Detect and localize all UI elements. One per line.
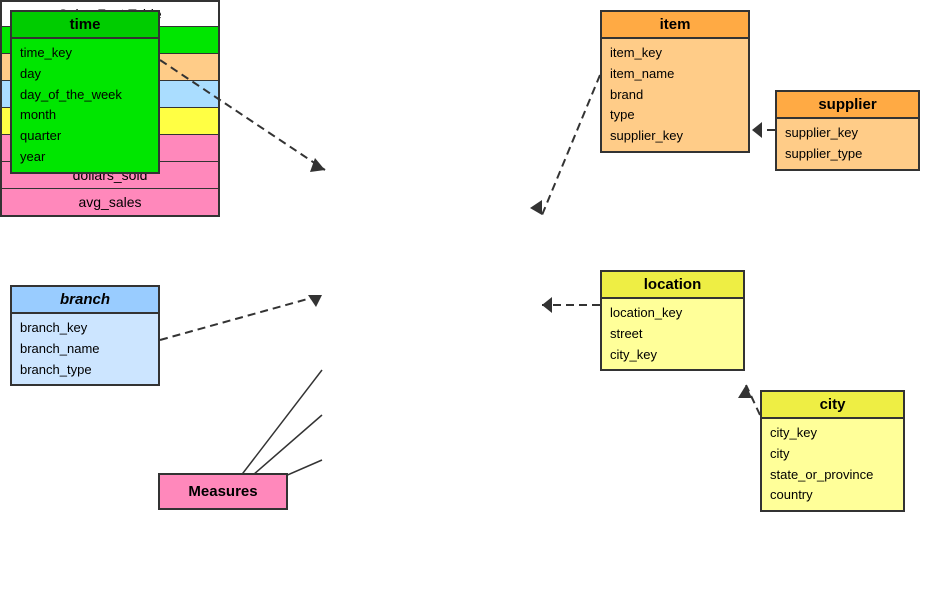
item-field-2: item_name bbox=[610, 64, 740, 85]
location-field-3: city_key bbox=[610, 345, 735, 366]
location-table: location location_key street city_key bbox=[600, 270, 745, 371]
supplier-table-fields: supplier_key supplier_type bbox=[777, 119, 918, 169]
city-table: city city_key city state_or_province cou… bbox=[760, 390, 905, 512]
supplier-table-title: supplier bbox=[777, 92, 918, 119]
time-table-fields: time_key day day_of_the_week month quart… bbox=[12, 39, 158, 172]
measures-box: Measures bbox=[158, 473, 288, 510]
time-field-6: year bbox=[20, 147, 150, 168]
diagram-container: time time_key day day_of_the_week month … bbox=[0, 0, 942, 589]
item-field-4: type bbox=[610, 105, 740, 126]
item-field-1: item_key bbox=[610, 43, 740, 64]
item-field-5: supplier_key bbox=[610, 126, 740, 147]
city-field-1: city_key bbox=[770, 423, 895, 444]
location-table-fields: location_key street city_key bbox=[602, 299, 743, 369]
time-field-4: month bbox=[20, 105, 150, 126]
time-field-2: day bbox=[20, 64, 150, 85]
time-table-title: time bbox=[12, 12, 158, 39]
city-field-4: country bbox=[770, 485, 895, 506]
item-field-3: brand bbox=[610, 85, 740, 106]
fact-row-avg-sales: avg_sales bbox=[2, 188, 218, 215]
supplier-field-1: supplier_key bbox=[785, 123, 910, 144]
branch-table-fields: branch_key branch_name branch_type bbox=[12, 314, 158, 384]
location-field-2: street bbox=[610, 324, 735, 345]
measures-label: Measures bbox=[188, 483, 257, 500]
time-field-3: day_of_the_week bbox=[20, 85, 150, 106]
branch-field-3: branch_type bbox=[20, 360, 150, 381]
city-field-2: city bbox=[770, 444, 895, 465]
location-table-title: location bbox=[602, 272, 743, 299]
time-field-5: quarter bbox=[20, 126, 150, 147]
item-table-title: item bbox=[602, 12, 748, 39]
city-field-3: state_or_province bbox=[770, 465, 895, 486]
branch-field-1: branch_key bbox=[20, 318, 150, 339]
supplier-table: supplier supplier_key supplier_type bbox=[775, 90, 920, 171]
city-table-fields: city_key city state_or_province country bbox=[762, 419, 903, 510]
item-table-fields: item_key item_name brand type supplier_k… bbox=[602, 39, 748, 151]
time-table: time time_key day day_of_the_week month … bbox=[10, 10, 160, 174]
branch-table: branch branch_key branch_name branch_typ… bbox=[10, 285, 160, 386]
city-table-title: city bbox=[762, 392, 903, 419]
supplier-field-2: supplier_type bbox=[785, 144, 910, 165]
item-table: item item_key item_name brand type suppl… bbox=[600, 10, 750, 153]
time-field-1: time_key bbox=[20, 43, 150, 64]
branch-table-title: branch bbox=[12, 287, 158, 314]
branch-field-2: branch_name bbox=[20, 339, 150, 360]
location-field-1: location_key bbox=[610, 303, 735, 324]
